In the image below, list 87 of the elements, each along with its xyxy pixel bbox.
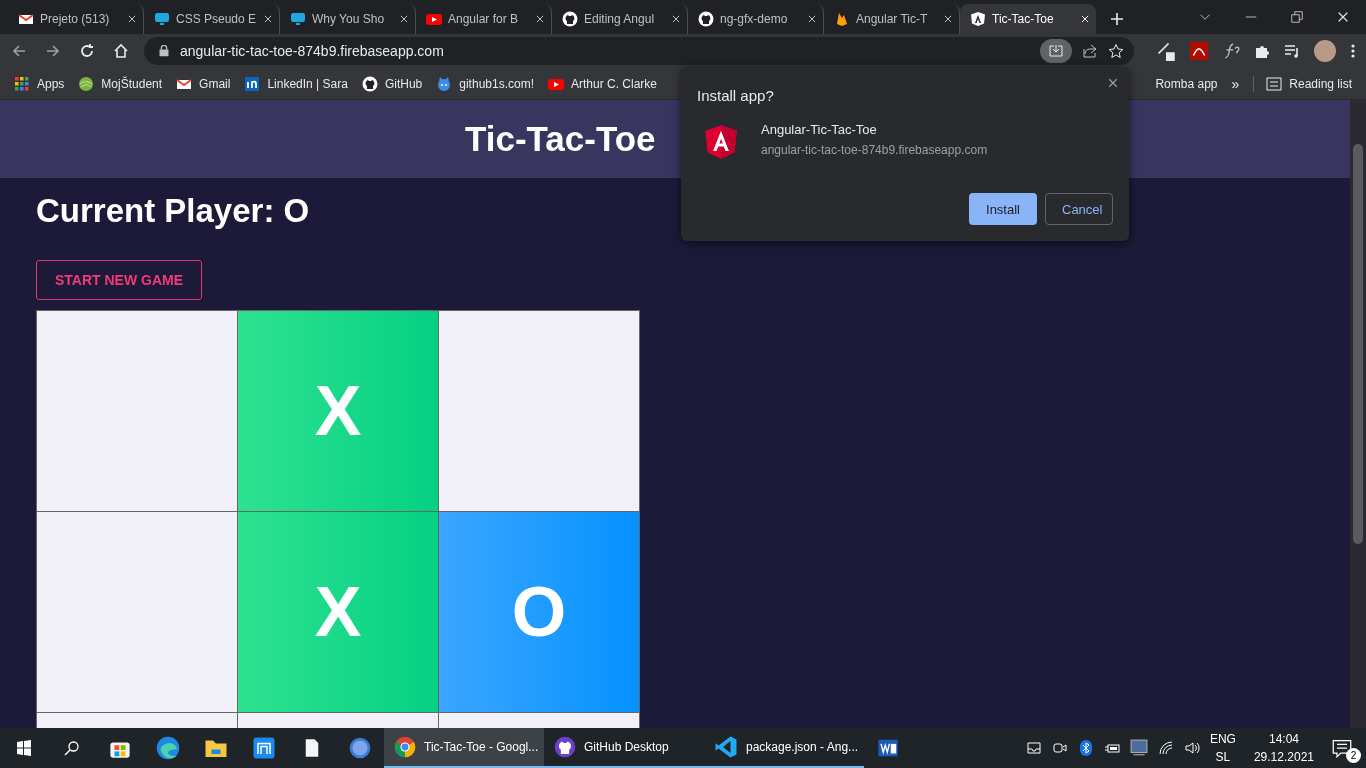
bookmark[interactable]: GitHub [361, 75, 423, 92]
monitor-icon [290, 11, 306, 27]
address-bar[interactable]: angular-tic-tac-toe-874b9.firebaseapp.com [144, 37, 1134, 65]
board-cell[interactable] [439, 311, 639, 511]
wifi-icon[interactable] [1157, 740, 1174, 756]
url-text: angular-tic-tac-toe-874b9.firebaseapp.com [180, 43, 445, 59]
back-arrow-icon[interactable] [11, 43, 27, 59]
camera-icon[interactable] [1051, 740, 1068, 756]
language-indicator[interactable]: ENG SL [1209, 730, 1236, 766]
close-icon[interactable] [943, 14, 953, 24]
search-icon[interactable] [64, 740, 80, 756]
install-button[interactable] [1040, 39, 1072, 63]
reload-icon[interactable] [79, 43, 95, 59]
play-icon [426, 11, 442, 27]
star-icon[interactable] [1108, 43, 1124, 59]
cancel-button[interactable]: Cancel [1045, 193, 1113, 225]
chrome-icon [394, 736, 416, 758]
board-cell[interactable] [37, 311, 237, 511]
document-icon[interactable] [877, 737, 899, 759]
dialog-title: Install app? [697, 87, 775, 104]
lock-icon [158, 45, 170, 57]
puzzle-icon[interactable] [1254, 43, 1270, 59]
list-icon [1266, 75, 1283, 92]
cat-icon [554, 736, 576, 758]
square-icon [244, 75, 261, 92]
home-icon[interactable] [113, 43, 129, 59]
shield-icon [703, 122, 739, 162]
taskbar-app[interactable]: package.json - Ang... [704, 728, 864, 768]
forward-arrow-icon[interactable] [45, 43, 61, 59]
close-icon[interactable] [263, 14, 273, 24]
notification-icon[interactable] [1332, 738, 1352, 758]
flame-icon [834, 11, 850, 27]
taskbar-app[interactable]: Tic-Tac-Toe - Googl... [384, 728, 544, 768]
window-app-icon[interactable] [252, 736, 276, 760]
bookmark[interactable]: github1s.com! [436, 75, 534, 92]
browser-tab[interactable]: Tic-Tac-Toe [960, 4, 1096, 34]
close-icon[interactable] [807, 14, 817, 24]
close-icon[interactable] [671, 14, 681, 24]
taskbar-app[interactable]: GitHub Desktop [544, 728, 704, 768]
globe-icon[interactable] [349, 737, 371, 759]
bookmark[interactable]: LinkedIn | Sara [244, 75, 348, 92]
bluetooth-icon[interactable] [1077, 740, 1094, 756]
restore-icon[interactable] [1291, 11, 1303, 23]
function-icon[interactable] [1222, 42, 1240, 60]
pen-icon[interactable] [1156, 41, 1176, 61]
speaker-icon[interactable] [1183, 740, 1200, 756]
reading-list[interactable]: Reading list [1253, 75, 1352, 92]
close-icon[interactable] [1107, 77, 1119, 89]
ball-icon [78, 75, 95, 92]
bookmark[interactable]: Arthur C. Clarke [548, 75, 658, 92]
monitor-icon[interactable] [1129, 739, 1148, 757]
page-title: Tic-Tac-Toe [465, 119, 656, 159]
bookmark[interactable]: Gmail [176, 75, 231, 92]
close-icon[interactable] [399, 14, 409, 24]
playlist-icon[interactable] [1284, 43, 1300, 59]
app-url: angular-tic-tac-toe-874b9.firebaseapp.com [761, 143, 988, 157]
cat-icon [436, 75, 453, 92]
bookmark[interactable]: MojŠtudent [78, 75, 163, 92]
code-editor-icon [714, 735, 738, 759]
clock[interactable]: 14:04 29.12.2021 [1253, 730, 1314, 766]
windows-icon[interactable] [16, 740, 32, 756]
new-game-button[interactable]: START NEW GAME [36, 260, 202, 300]
cat-icon [361, 75, 378, 92]
cat-icon [698, 11, 714, 27]
install-icon [1048, 43, 1064, 59]
app-name: Angular-Tic-Tac-Toe [761, 122, 878, 137]
bookmark[interactable]: Apps [14, 75, 65, 92]
board-cell[interactable] [37, 512, 237, 712]
grid-icon [14, 75, 30, 92]
monitor-icon [154, 11, 170, 27]
tray-icon[interactable] [1025, 740, 1042, 756]
avatar[interactable] [1314, 40, 1336, 62]
current-player: Current Player: O [36, 192, 310, 230]
more-bookmarks[interactable]: » [1231, 75, 1240, 92]
notification-count: 2 [1346, 748, 1361, 763]
envelope-icon [18, 11, 34, 27]
share-icon[interactable] [1082, 43, 1098, 59]
close-icon[interactable] [127, 14, 137, 24]
shield-icon [970, 11, 986, 27]
browser-icon[interactable] [156, 736, 180, 760]
cat-icon [562, 11, 578, 27]
plus-icon[interactable] [1109, 11, 1125, 27]
document-icon[interactable] [1190, 42, 1208, 60]
install-button[interactable]: Install [969, 193, 1037, 225]
bookmark[interactable]: Romba app [1155, 76, 1218, 91]
close-icon[interactable] [535, 14, 545, 24]
more-icon[interactable] [1350, 43, 1356, 59]
